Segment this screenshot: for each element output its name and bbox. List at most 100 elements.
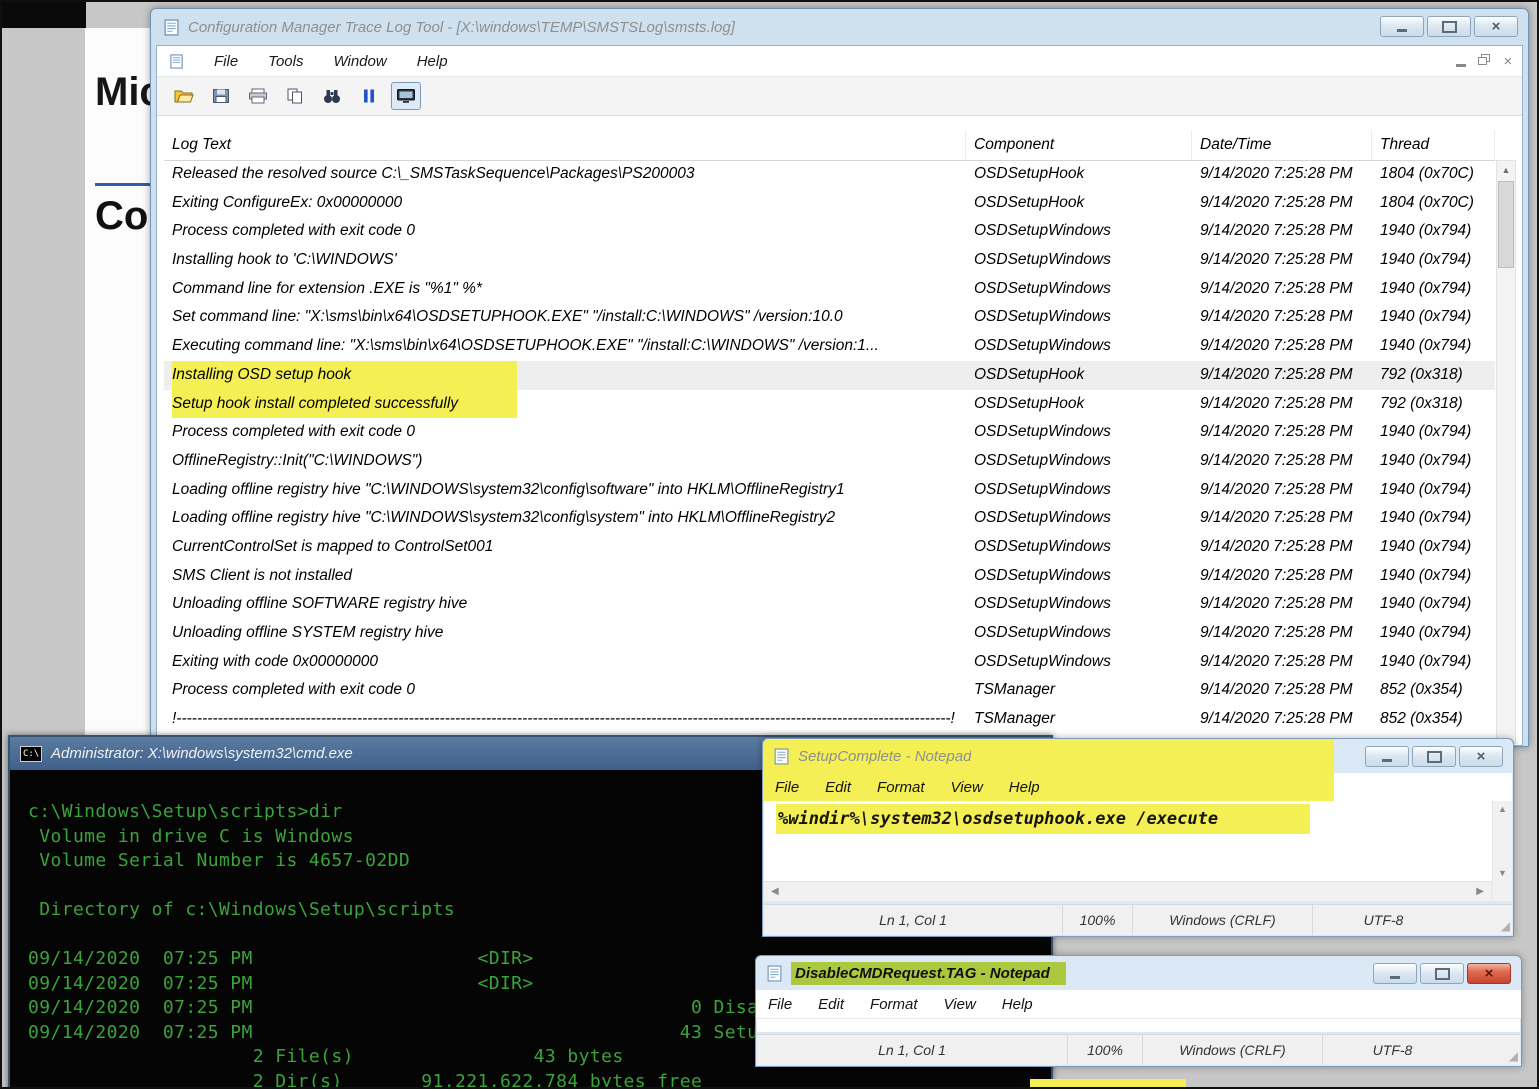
- scroll-up-icon[interactable]: ▲: [1497, 161, 1515, 179]
- np1-minimize-button[interactable]: [1365, 746, 1409, 767]
- print-icon[interactable]: [243, 82, 273, 110]
- log-rows: Released the resolved source C:\_SMSTask…: [164, 160, 1495, 744]
- cmtrace-doc-icon: [169, 54, 184, 69]
- mdi-minimize-icon[interactable]: [1456, 64, 1466, 67]
- np1-maximize-button[interactable]: [1412, 746, 1456, 767]
- column-header-datetime[interactable]: Date/Time: [1192, 130, 1372, 160]
- log-row[interactable]: Unloading offline SYSTEM registry hiveOS…: [164, 619, 1495, 648]
- log-row[interactable]: Exiting ConfigureEx: 0x00000000OSDSetupH…: [164, 189, 1495, 218]
- open-icon[interactable]: [169, 82, 199, 110]
- log-text: OfflineRegistry::Init("C:\WINDOWS"): [164, 447, 966, 476]
- notepad-icon: [773, 748, 790, 765]
- log-component: OSDSetupWindows: [966, 418, 1192, 447]
- copy-icon[interactable]: [280, 82, 310, 110]
- log-row[interactable]: Process completed with exit code 0TSMana…: [164, 676, 1495, 705]
- log-row[interactable]: CurrentControlSet is mapped to ControlSe…: [164, 533, 1495, 562]
- log-text: Executing command line: "X:\sms\bin\x64\…: [164, 332, 966, 361]
- log-row[interactable]: Released the resolved source C:\_SMSTask…: [164, 160, 1495, 189]
- log-datetime: 9/14/2020 7:25:28 PM: [1192, 676, 1372, 705]
- log-text: Loading offline registry hive "C:\WINDOW…: [164, 504, 966, 533]
- log-row[interactable]: Process completed with exit code 0OSDSet…: [164, 418, 1495, 447]
- np2-menu-edit[interactable]: Edit: [818, 996, 844, 1013]
- log-row[interactable]: !---------------------------------------…: [164, 705, 1495, 734]
- log-thread: 1804 (0x70C): [1372, 189, 1495, 218]
- log-row[interactable]: OfflineRegistry::Init("C:\WINDOWS")OSDSe…: [164, 447, 1495, 476]
- log-component: OSDSetupHook: [966, 390, 1192, 419]
- np1-menu-edit[interactable]: Edit: [825, 779, 851, 796]
- log-datetime: 9/14/2020 7:25:28 PM: [1192, 361, 1372, 390]
- np2-menu-format[interactable]: Format: [870, 996, 918, 1013]
- status-item: 100%: [1062, 905, 1132, 935]
- log-text: Installing hook to 'C:\WINDOWS': [164, 246, 966, 275]
- np2-title: DisableCMDRequest.TAG - Notepad: [791, 962, 1066, 985]
- log-row[interactable]: Process completed with exit code 0OSDSet…: [164, 217, 1495, 246]
- pause-icon[interactable]: [354, 82, 384, 110]
- log-thread: 1940 (0x794): [1372, 533, 1495, 562]
- log-component: OSDSetupWindows: [966, 303, 1192, 332]
- log-text: CurrentControlSet is mapped to ControlSe…: [164, 533, 966, 562]
- cmtrace-menu-window[interactable]: Window: [333, 53, 386, 70]
- np2-menu-help[interactable]: Help: [1002, 996, 1033, 1013]
- log-datetime: 9/14/2020 7:25:28 PM: [1192, 533, 1372, 562]
- np2-close-button[interactable]: ×: [1467, 963, 1511, 984]
- np2-maximize-button[interactable]: [1420, 963, 1464, 984]
- status-item: 100%: [1067, 1035, 1142, 1065]
- log-row[interactable]: Exiting with code 0x00000000OSDSetupWind…: [164, 648, 1495, 677]
- log-row[interactable]: Installing OSD setup hookOSDSetupHook9/1…: [164, 361, 1495, 390]
- np1-menu-file[interactable]: File: [775, 779, 799, 796]
- cmtrace-menu-file[interactable]: File: [214, 53, 238, 70]
- scroll-right-icon[interactable]: ▶: [1476, 886, 1484, 897]
- log-row[interactable]: Loading offline registry hive "C:\WINDOW…: [164, 476, 1495, 505]
- cmtrace-titlebar[interactable]: Configuration Manager Trace Log Tool - […: [151, 9, 1528, 45]
- log-component: TSManager: [966, 676, 1192, 705]
- mdi-close-icon[interactable]: ×: [1503, 53, 1512, 70]
- log-row[interactable]: Command line for extension .EXE is "%1" …: [164, 275, 1495, 304]
- column-header-logtext[interactable]: Log Text: [164, 130, 966, 160]
- log-row[interactable]: SMS Client is not installedOSDSetupWindo…: [164, 562, 1495, 591]
- log-row[interactable]: Installing hook to 'C:\WINDOWS'OSDSetupW…: [164, 246, 1495, 275]
- np1-text-area[interactable]: %windir%\system32\osdsetuphook.exe /exec…: [764, 801, 1512, 881]
- log-thread: 1940 (0x794): [1372, 418, 1495, 447]
- np1-close-button[interactable]: ×: [1459, 746, 1503, 767]
- scrollbar-thumb[interactable]: [1498, 181, 1514, 268]
- np1-menu-format[interactable]: Format: [877, 779, 925, 796]
- save-icon[interactable]: [206, 82, 236, 110]
- column-header-component[interactable]: Component: [966, 130, 1192, 160]
- cmtrace-menu-tools[interactable]: Tools: [268, 53, 303, 70]
- np2-minimize-button[interactable]: [1373, 963, 1417, 984]
- cmtrace-minimize-button[interactable]: [1380, 16, 1424, 37]
- log-row[interactable]: Executing command line: "X:\sms\bin\x64\…: [164, 332, 1495, 361]
- find-icon[interactable]: [317, 82, 347, 110]
- log-row[interactable]: Loading offline registry hive "C:\WINDOW…: [164, 504, 1495, 533]
- log-row[interactable]: Setup hook install completed successfull…: [164, 390, 1495, 419]
- np1-vertical-scrollbar[interactable]: ▲ ▼: [1492, 801, 1512, 881]
- np2-menu-view[interactable]: View: [944, 996, 976, 1013]
- log-vertical-scrollbar[interactable]: ▲: [1496, 160, 1516, 744]
- highlight-icon[interactable]: [391, 82, 421, 110]
- log-text: Set command line: "X:\sms\bin\x64\OSDSET…: [164, 303, 966, 332]
- scroll-down-icon[interactable]: ▼: [1498, 868, 1507, 878]
- cmtrace-menu-help[interactable]: Help: [417, 53, 448, 70]
- status-item: Windows (CRLF): [1142, 1035, 1322, 1065]
- cmtrace-window: Configuration Manager Trace Log Tool - […: [150, 8, 1529, 747]
- np1-menu-view[interactable]: View: [951, 779, 983, 796]
- log-component: OSDSetupWindows: [966, 447, 1192, 476]
- log-row[interactable]: Unloading offline SOFTWARE registry hive…: [164, 590, 1495, 619]
- log-row[interactable]: Set command line: "X:\sms\bin\x64\OSDSET…: [164, 303, 1495, 332]
- np1-menu-help[interactable]: Help: [1009, 779, 1040, 796]
- np2-menu-file[interactable]: File: [768, 996, 792, 1013]
- resize-grip-icon[interactable]: ◢: [1501, 919, 1510, 933]
- np1-horizontal-scrollbar[interactable]: ◀ ▶: [764, 881, 1491, 901]
- scroll-up-icon[interactable]: ▲: [1498, 804, 1507, 814]
- background-taskbar-fragment: [0, 0, 86, 28]
- mdi-restore-icon[interactable]: [1478, 53, 1491, 70]
- scroll-left-icon[interactable]: ◀: [771, 886, 779, 897]
- column-header-thread[interactable]: Thread: [1372, 130, 1495, 160]
- notepad-icon: [766, 965, 783, 982]
- notepad-disablecmd-window: DisableCMDRequest.TAG - Notepad × File Ed…: [755, 955, 1522, 1067]
- cmtrace-toolbar: [157, 77, 1522, 116]
- log-datetime: 9/14/2020 7:25:28 PM: [1192, 447, 1372, 476]
- resize-grip-icon[interactable]: ◢: [1509, 1049, 1518, 1063]
- cmtrace-maximize-button[interactable]: [1427, 16, 1471, 37]
- cmtrace-close-button[interactable]: ×: [1474, 16, 1518, 37]
